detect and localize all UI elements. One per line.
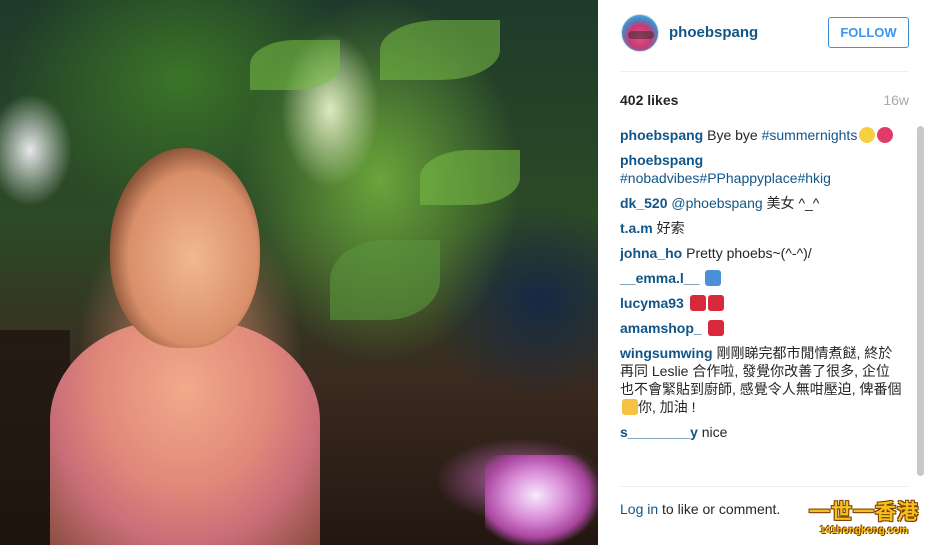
dancer-icon xyxy=(707,295,724,311)
person-head-shape xyxy=(110,148,260,348)
comment-item: johna_ho Pretty phoebs~(^-^)/ xyxy=(620,244,902,262)
comment-username[interactable]: phoebspang xyxy=(620,127,703,143)
foliage-decoration xyxy=(330,240,440,320)
comment-item: phoebspang Bye bye #summernights xyxy=(620,126,902,144)
comment-text: Pretty phoebs~(^-^)/ xyxy=(686,245,812,261)
comment-username[interactable]: wingsumwing xyxy=(620,345,713,361)
comment-text: 你, 加油 ! xyxy=(638,399,696,415)
login-link[interactable]: Log in xyxy=(620,501,658,517)
cool-icon xyxy=(705,270,722,286)
comment-text: 美女 ^_^ xyxy=(762,195,820,211)
post-photo[interactable] xyxy=(0,0,598,545)
watermark-logo: 一世一香港 141hongkong.com xyxy=(801,501,927,541)
foliage-decoration xyxy=(420,150,520,205)
thumbs-up-icon xyxy=(622,399,638,415)
comment-username[interactable]: lucyma93 xyxy=(620,295,684,311)
comment-item: wingsumwing 剛剛睇完都市閒情煮餸, 終於再同 Leslie 合作啦,… xyxy=(620,344,902,416)
hashtag-link[interactable]: #summernights xyxy=(762,127,858,143)
foliage-decoration xyxy=(380,20,500,80)
comment-username[interactable]: __emma.l__ xyxy=(620,270,699,286)
avatar[interactable] xyxy=(621,14,659,52)
post-sidebar: phoebspang FOLLOW 402 likes 16w phoebspa… xyxy=(598,0,931,545)
comment-username[interactable]: johna_ho xyxy=(620,245,682,261)
hashtag-link[interactable]: #nobadvibes xyxy=(620,170,699,186)
watermark-url: 141hongkong.com xyxy=(819,525,909,536)
comment-text: Bye bye xyxy=(707,127,762,143)
comments-list: phoebspang Bye bye #summernights phoebspa… xyxy=(620,126,902,476)
orchid-shape xyxy=(485,455,598,545)
comment-text: nice xyxy=(701,424,728,440)
username-link[interactable]: phoebspang xyxy=(669,24,758,41)
comment-username[interactable]: t.a.m xyxy=(620,220,653,236)
comment-item: lucyma93 xyxy=(620,294,902,312)
hashtag-link[interactable]: #hkig xyxy=(797,170,830,186)
comment-item: dk_520 @phoebspang 美女 ^_^ xyxy=(620,194,902,212)
foliage-decoration xyxy=(250,40,340,90)
follow-button[interactable]: FOLLOW xyxy=(828,17,909,48)
post-age[interactable]: 16w xyxy=(883,92,909,108)
post-header: phoebspang FOLLOW xyxy=(620,12,909,72)
comment-item: amamshop_ xyxy=(620,319,902,337)
comment-username[interactable]: amamshop_ xyxy=(620,320,702,336)
comment-username[interactable]: s________y xyxy=(620,424,698,440)
watermark-title: 一世一香港 xyxy=(809,501,919,524)
comment-username[interactable]: dk_520 xyxy=(620,195,667,211)
person-body-shape xyxy=(50,320,320,545)
comment-text: 好索 xyxy=(656,220,685,236)
comment-item: s________y nice xyxy=(620,423,902,441)
comments-scrollbar[interactable] xyxy=(916,126,925,476)
comment-item: __emma.l__ xyxy=(620,269,902,287)
comment-item: t.a.m 好索 xyxy=(620,219,902,237)
scrollbar-thumb[interactable] xyxy=(917,126,924,476)
likes-count[interactable]: 402 likes xyxy=(620,92,678,108)
post-stats: 402 likes 16w xyxy=(620,92,909,112)
hundred-points-icon xyxy=(707,320,724,336)
mention-link[interactable]: @phoebspang xyxy=(671,195,762,211)
comment-item: phoebspang #nobadvibes#PPhappyplace#hkig xyxy=(620,151,902,187)
dancer-icon xyxy=(689,295,706,311)
hibiscus-icon xyxy=(877,127,894,143)
sparkles-icon xyxy=(859,127,876,143)
hashtag-link[interactable]: #PPhappyplace xyxy=(699,170,797,186)
comment-username[interactable]: phoebspang xyxy=(620,152,703,168)
footer-text: to like or comment. xyxy=(658,501,781,517)
